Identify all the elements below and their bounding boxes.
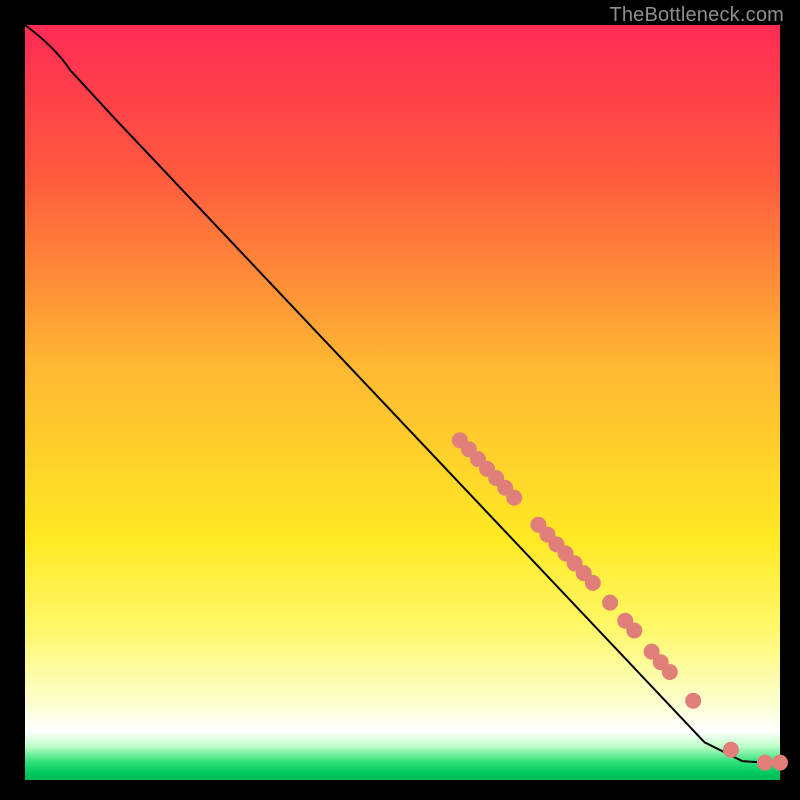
data-marker bbox=[585, 575, 601, 591]
data-marker bbox=[772, 755, 788, 771]
data-marker bbox=[757, 755, 773, 771]
attribution-label: TheBottleneck.com bbox=[609, 4, 784, 27]
chart-svg bbox=[0, 0, 800, 800]
data-marker bbox=[602, 595, 618, 611]
chart-stage: TheBottleneck.com bbox=[0, 0, 800, 800]
data-marker bbox=[506, 490, 522, 506]
data-marker bbox=[626, 623, 642, 639]
data-marker bbox=[662, 664, 678, 680]
data-marker bbox=[723, 742, 739, 758]
data-marker bbox=[685, 693, 701, 709]
